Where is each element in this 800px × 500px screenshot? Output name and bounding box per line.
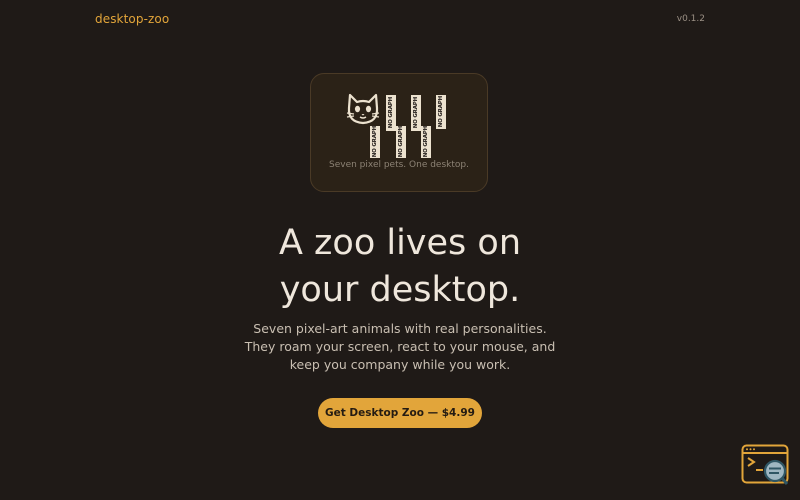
page-title: A zoo lives on your desktop.: [150, 220, 650, 314]
hero-card: NO GRAPH NO GRAPH NO GRAPH NO GRAPH NO G…: [310, 73, 488, 192]
pixel-pet-tags: NO GRAPH NO GRAPH NO GRAPH NO GRAPH NO G…: [311, 74, 489, 193]
pet-tag: NO GRAPH: [436, 95, 446, 129]
pet-tag: NO GRAPH: [370, 126, 380, 158]
version-label: v0.1.2: [676, 14, 705, 24]
top-bar: desktop-zoo v0.1.2: [95, 10, 705, 28]
floating-widget-button[interactable]: [741, 444, 789, 486]
terminal-search-icon: [741, 444, 789, 485]
pet-tag: NO GRAPH: [421, 126, 431, 158]
buy-button[interactable]: Get Desktop Zoo — $4.99: [318, 398, 482, 428]
pet-tag: NO GRAPH: [386, 95, 396, 131]
pet-tag: NO GRAPH: [396, 126, 406, 158]
pet-tag: NO GRAPH: [411, 95, 421, 131]
headline-line-2: your desktop.: [279, 270, 521, 310]
card-caption: Seven pixel pets. One desktop.: [329, 160, 469, 170]
hero-subtitle: Seven pixel-art animals with real person…: [244, 321, 556, 372]
brand-logo-link[interactable]: desktop-zoo: [95, 12, 169, 26]
headline-line-1: A zoo lives on: [278, 223, 522, 263]
